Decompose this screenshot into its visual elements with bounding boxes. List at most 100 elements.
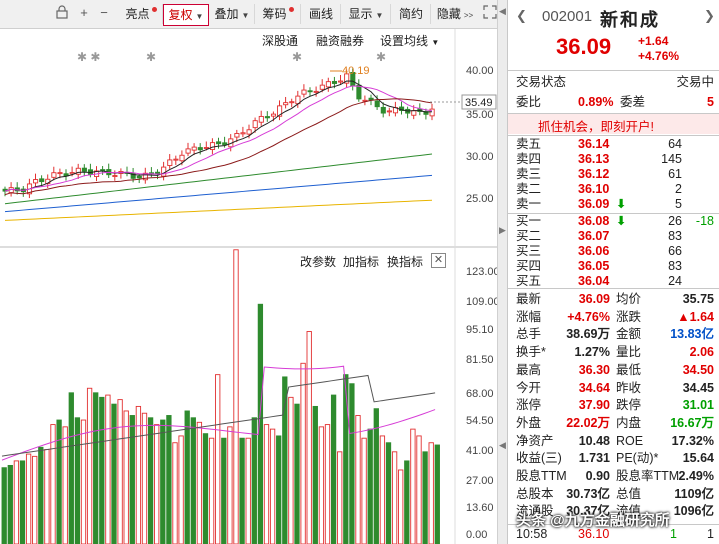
tick-volume: 1 xyxy=(670,527,677,541)
display-label: 显示 xyxy=(348,7,373,21)
volume-axis-tick: 13.60 xyxy=(466,502,494,514)
stat-value: 35.75 xyxy=(682,292,714,306)
stat-label: PE(动)* xyxy=(616,451,659,466)
down-arrow-icon: ⬇ xyxy=(616,214,627,228)
volume-bar xyxy=(111,403,117,544)
promo-text: 抓住机会，即刻开户! xyxy=(538,120,654,134)
volume-bar xyxy=(385,442,392,544)
candle-body xyxy=(185,148,191,154)
volume-bar xyxy=(154,424,160,544)
candle-body xyxy=(39,178,45,183)
bid-volume: 26 xyxy=(668,214,682,228)
bid-level-label: 买二 xyxy=(516,229,542,243)
volume-bar xyxy=(355,415,361,544)
zoom-in-button[interactable]: + xyxy=(76,5,92,21)
simple-button[interactable]: 简约 xyxy=(392,4,431,24)
watermark: 头条 @九方金融研究所 xyxy=(516,512,670,529)
close-icon[interactable]: ✕ xyxy=(431,253,446,268)
draw-line-button[interactable]: 画线 xyxy=(302,4,341,24)
order-ratio-label: 委比 xyxy=(516,95,542,109)
volume-bar xyxy=(93,392,99,544)
ask-price: 36.10 xyxy=(578,182,610,196)
order-ratio-value: 0.89% xyxy=(578,95,614,109)
volume-bar xyxy=(99,396,105,544)
ask-volume: 61 xyxy=(668,167,682,181)
candle-body xyxy=(234,133,240,138)
zoom-out-button[interactable]: − xyxy=(96,5,112,21)
stat-label: 外盘 xyxy=(516,415,542,430)
stock-code: 002001 xyxy=(542,8,593,25)
candle-body xyxy=(380,106,386,114)
order-diff-value: 5 xyxy=(707,95,714,109)
candle-body xyxy=(325,81,331,88)
ask-level-label: 卖三 xyxy=(516,167,542,181)
stat-value: 38.69万 xyxy=(566,327,610,342)
overlay-dropdown[interactable]: 叠加 ▼ xyxy=(210,4,255,24)
stat-label: 金额 xyxy=(616,327,642,342)
back-arrow-icon[interactable]: ❮ xyxy=(516,8,527,24)
kline-chart-area[interactable]: 40.19 35.49 xyxy=(0,29,497,544)
ask-level-label: 卖四 xyxy=(516,152,542,166)
ask-price: 36.12 xyxy=(578,167,610,181)
promo-banner[interactable]: 抓住机会，即刻开户! xyxy=(508,114,719,134)
ma-settings-dropdown[interactable]: 设置均线 ▼ xyxy=(380,32,439,49)
scroll-arrow-icon[interactable]: ▶ xyxy=(499,225,506,236)
candle-body xyxy=(283,102,289,106)
bid-row[interactable]: 买五 36.04 24 xyxy=(508,274,719,289)
stat-row: 净资产 10.48 ROE 17.32% xyxy=(508,433,719,450)
volume-bar xyxy=(349,383,355,544)
hide-button[interactable]: 隐藏 >> xyxy=(432,4,478,24)
ask-level-label: 卖一 xyxy=(516,197,542,211)
bid-row[interactable]: 买三 36.06 66 xyxy=(508,244,719,259)
volume-bar xyxy=(422,451,428,544)
forward-arrow-icon[interactable]: ❯ xyxy=(704,8,715,24)
ask-row[interactable]: 卖一 36.09 5 ⬇ xyxy=(508,197,719,212)
scroll-arrow-icon[interactable]: ◀ xyxy=(499,440,506,451)
volume-bar xyxy=(300,362,306,544)
volume-bar xyxy=(221,437,227,544)
adjust-rights-dropdown[interactable]: 复权 ▼ xyxy=(163,4,209,26)
switch-indicator-link[interactable]: 换指标 xyxy=(387,253,423,270)
stat-label: 净资产 xyxy=(516,433,554,448)
add-indicator-link[interactable]: 加指标 xyxy=(343,253,379,270)
bid-volume: 83 xyxy=(668,259,682,273)
volume-axis-tick: 0.00 xyxy=(466,529,488,541)
trade-status-label: 交易状态 xyxy=(516,75,567,89)
stat-row: 换手* 1.27% 量比 2.06 xyxy=(508,344,719,361)
stat-value: 10.48 xyxy=(578,433,610,448)
highlight-button[interactable]: 亮点 xyxy=(120,4,163,24)
bid-row[interactable]: 买二 36.07 83 xyxy=(508,229,719,244)
candle-body xyxy=(338,80,344,83)
last-price: 36.09 xyxy=(556,34,612,59)
candle-body xyxy=(100,169,106,172)
ask-row[interactable]: 卖三 36.12 61 xyxy=(508,167,719,182)
ask-row[interactable]: 卖五 36.14 64 xyxy=(508,137,719,152)
stat-value: 36.09 xyxy=(578,292,610,306)
volume-bar xyxy=(62,426,68,544)
ask-row[interactable]: 卖四 36.13 145 xyxy=(508,152,719,167)
volume-bar xyxy=(19,460,26,544)
shenzhen-connect-link[interactable]: 深股通 xyxy=(262,32,298,49)
margin-trading-link[interactable]: 融资融券 xyxy=(316,32,364,49)
fullscreen-icon[interactable] xyxy=(482,5,498,21)
display-dropdown[interactable]: 显示 ▼ xyxy=(342,4,391,24)
edit-params-link[interactable]: 改参数 xyxy=(300,253,336,270)
stat-label: 昨收 xyxy=(616,380,642,395)
volume-bar xyxy=(294,403,300,544)
star-icon: ✱ xyxy=(376,50,387,64)
volume-axis-tick: 41.00 xyxy=(466,445,494,457)
chips-button[interactable]: 筹码 xyxy=(256,4,301,24)
volume-axis-tick: 123.00 xyxy=(466,266,500,278)
lock-icon[interactable] xyxy=(54,5,70,21)
star-icon: ✱ ✱ xyxy=(77,50,101,64)
scroll-arrow-icon[interactable]: ◀ xyxy=(499,6,506,17)
stat-value: 1096亿 xyxy=(673,504,714,519)
bid-row[interactable]: 买一 36.08 26 -18 ⬇ xyxy=(508,214,719,229)
trade-status-value: 交易中 xyxy=(676,75,714,89)
stat-value: ▲1.64 xyxy=(677,309,714,324)
bid-row[interactable]: 买四 36.05 83 xyxy=(508,259,719,274)
ask-row[interactable]: 卖二 36.10 2 xyxy=(508,182,719,197)
stat-label: 今开 xyxy=(516,380,542,395)
volume-bar xyxy=(379,435,386,544)
volume-bar xyxy=(245,437,251,544)
